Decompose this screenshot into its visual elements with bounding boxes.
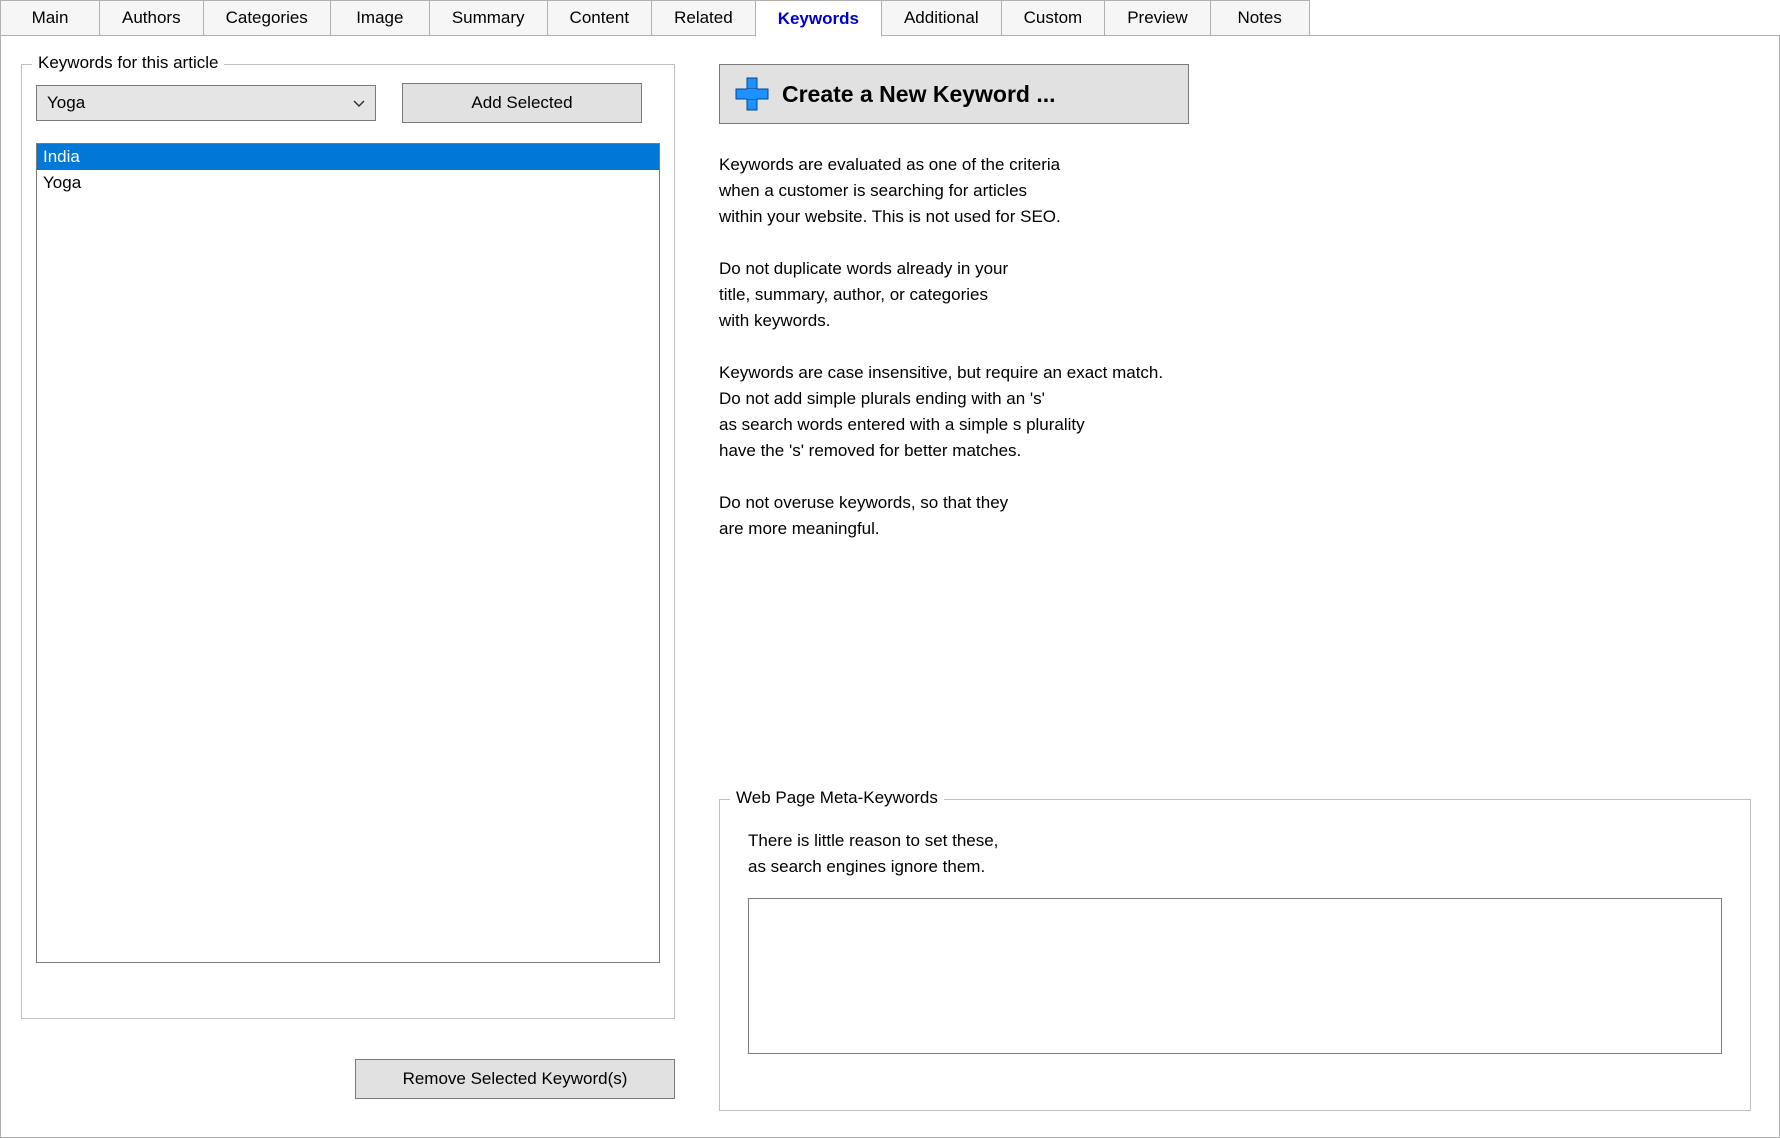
keyword-dropdown-value: Yoga	[47, 93, 85, 113]
plus-icon	[734, 76, 770, 112]
create-new-keyword-button[interactable]: Create a New Keyword ...	[719, 64, 1189, 124]
tab-additional[interactable]: Additional	[881, 0, 1002, 36]
keywords-top-row: Yoga Add Selected	[36, 83, 660, 123]
tab-image[interactable]: Image	[330, 0, 430, 36]
list-item[interactable]: Yoga	[37, 170, 659, 196]
tab-notes[interactable]: Notes	[1210, 0, 1310, 36]
chevron-down-icon	[353, 96, 365, 111]
add-selected-button[interactable]: Add Selected	[402, 83, 642, 123]
tab-keywords[interactable]: Keywords	[755, 0, 882, 37]
tab-categories[interactable]: Categories	[203, 0, 331, 36]
right-column: Create a New Keyword ... Keywords are ev…	[691, 36, 1779, 1137]
keyword-dropdown[interactable]: Yoga	[36, 85, 376, 121]
tab-main[interactable]: Main	[0, 0, 100, 36]
tab-content-panel: Keywords for this article Yoga Add Selec…	[0, 36, 1780, 1138]
meta-keywords-textarea[interactable]	[748, 898, 1722, 1054]
tab-related[interactable]: Related	[651, 0, 756, 36]
meta-keywords-help: There is little reason to set these, as …	[748, 828, 1722, 880]
tab-content[interactable]: Content	[547, 0, 653, 36]
tab-summary[interactable]: Summary	[429, 0, 548, 36]
left-column: Keywords for this article Yoga Add Selec…	[1, 36, 691, 1137]
keywords-groupbox-legend: Keywords for this article	[32, 53, 224, 73]
meta-keywords-groupbox: Web Page Meta-Keywords There is little r…	[719, 799, 1751, 1111]
keywords-groupbox: Keywords for this article Yoga Add Selec…	[21, 64, 675, 1019]
list-item[interactable]: India	[37, 144, 659, 170]
create-new-keyword-label: Create a New Keyword ...	[782, 81, 1056, 108]
tab-preview[interactable]: Preview	[1104, 0, 1210, 36]
tab-bar: Main Authors Categories Image Summary Co…	[0, 0, 1780, 36]
remove-selected-button[interactable]: Remove Selected Keyword(s)	[355, 1059, 675, 1099]
meta-keywords-legend: Web Page Meta-Keywords	[730, 788, 944, 808]
keywords-listbox[interactable]: India Yoga	[36, 143, 660, 963]
tab-custom[interactable]: Custom	[1001, 0, 1106, 36]
tab-authors[interactable]: Authors	[99, 0, 204, 36]
keywords-help-text: Keywords are evaluated as one of the cri…	[719, 152, 1751, 542]
remove-row: Remove Selected Keyword(s)	[21, 1059, 675, 1099]
